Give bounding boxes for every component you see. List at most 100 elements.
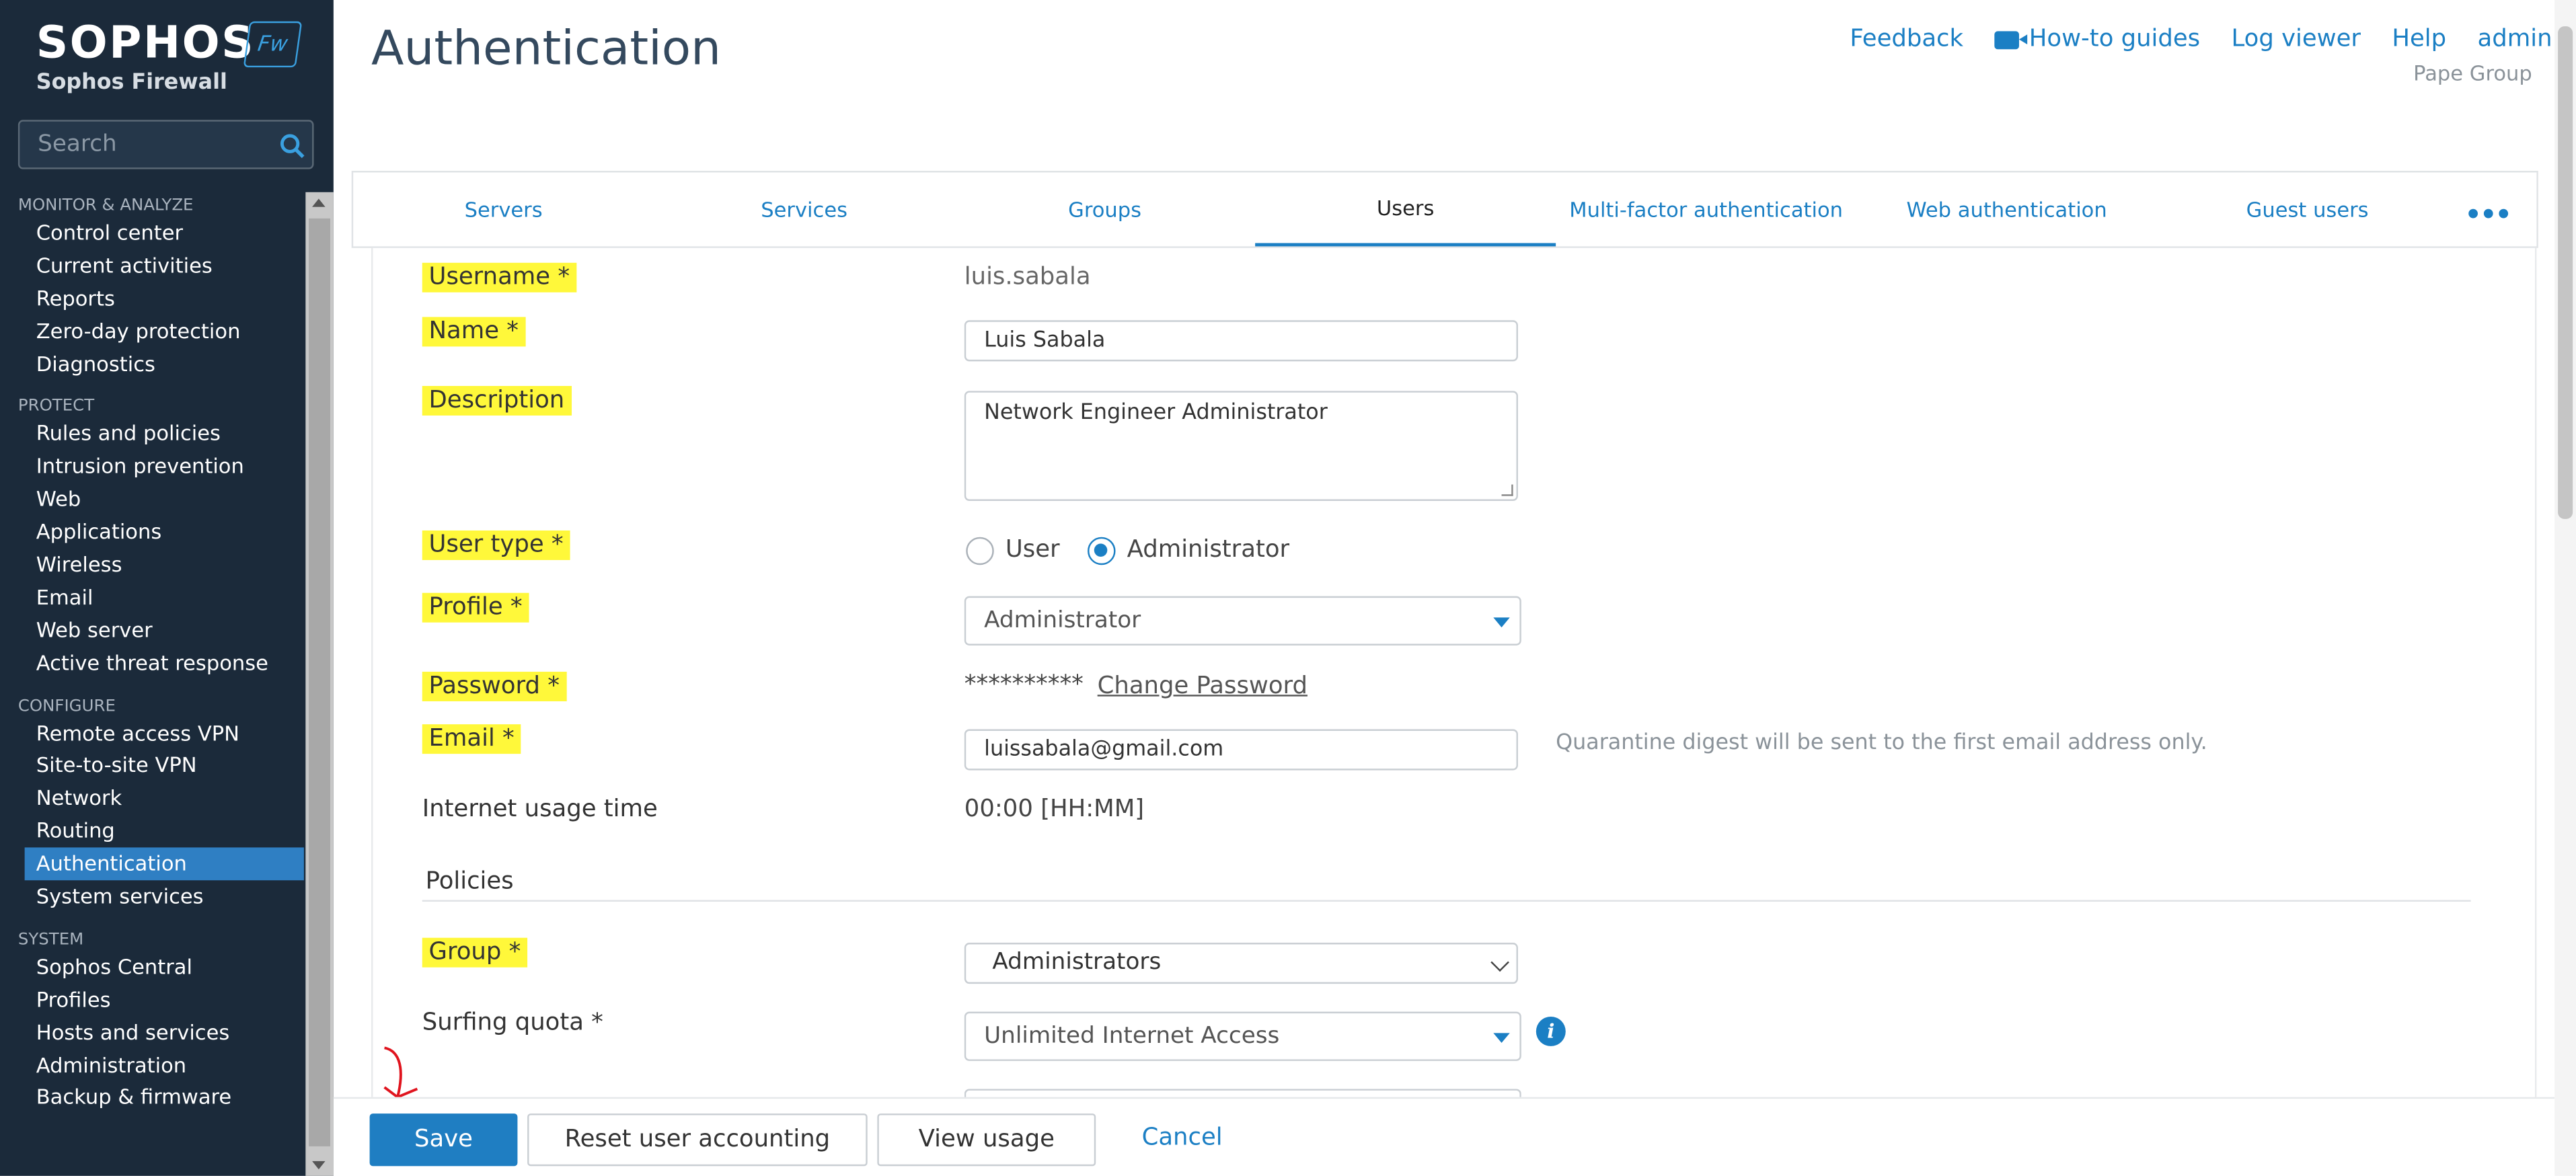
howto-link[interactable]: How-to guides bbox=[1994, 26, 2200, 52]
group-select[interactable]: Administrators bbox=[964, 943, 1518, 984]
tab-guest-users[interactable]: Guest users bbox=[2157, 172, 2458, 246]
search-input[interactable] bbox=[20, 121, 313, 168]
tab-users[interactable]: Users bbox=[1255, 172, 1556, 247]
sidebar-item-system-services[interactable]: System services bbox=[0, 880, 305, 913]
caret-down-icon bbox=[1493, 1033, 1510, 1044]
sidebar-item-control-center[interactable]: Control center bbox=[0, 217, 305, 249]
caret-down-icon bbox=[1493, 617, 1510, 628]
radio-administrator-label: Administrator bbox=[1127, 537, 1290, 563]
email-field[interactable]: luissabala@gmail.com bbox=[964, 729, 1518, 771]
description-value: Network Engineer Administrator bbox=[984, 400, 1328, 426]
sidebar-item-applications[interactable]: Applications bbox=[0, 516, 305, 549]
brand: SOPHOS Sophos Firewall bbox=[36, 19, 255, 95]
group-value: Administrators bbox=[992, 949, 1162, 976]
email-label-text: Email * bbox=[422, 724, 521, 754]
tab-groups[interactable]: Groups bbox=[954, 172, 1255, 246]
name-field[interactable]: Luis Sabala bbox=[964, 320, 1518, 362]
nav-section-title: CONFIGURE bbox=[17, 697, 116, 715]
tab-servers[interactable]: Servers bbox=[353, 172, 654, 246]
sidebar-item-administration[interactable]: Administration bbox=[0, 1049, 305, 1082]
sidebar-item-hosts-and-services[interactable]: Hosts and services bbox=[0, 1016, 305, 1049]
resize-grip-icon[interactable] bbox=[1501, 484, 1513, 496]
sidebar-item-zero-day-protection[interactable]: Zero-day protection bbox=[0, 315, 305, 348]
scroll-up-icon[interactable] bbox=[312, 198, 326, 207]
sidebar-item-network[interactable]: Network bbox=[0, 783, 305, 816]
info-icon[interactable]: i bbox=[1536, 1016, 1566, 1046]
description-label: Description bbox=[422, 386, 572, 416]
section-divider bbox=[422, 900, 2471, 902]
sidebar-item-diagnostics[interactable]: Diagnostics bbox=[0, 348, 305, 381]
top-links: Feedback How-to guides Log viewer Help a… bbox=[1850, 26, 2576, 52]
sidebar-item-site-to-site-vpn[interactable]: Site-to-site VPN bbox=[0, 750, 305, 783]
view-usage-button[interactable]: View usage bbox=[877, 1113, 1096, 1167]
profile-label: Profile * bbox=[422, 592, 529, 623]
nav-section-title: PROTECT bbox=[17, 398, 95, 417]
quota-label: Surfing quota * bbox=[422, 1010, 603, 1037]
sidebar-item-rules-and-policies[interactable]: Rules and policies bbox=[0, 418, 305, 451]
profile-value: Administrator bbox=[984, 607, 1141, 634]
chevron-down-icon bbox=[1490, 953, 1509, 972]
nav-section-title: SYSTEM bbox=[17, 931, 84, 949]
brand-product: Sophos Firewall bbox=[36, 71, 227, 95]
sidebar-item-current-activities[interactable]: Current activities bbox=[0, 249, 305, 282]
tab-services[interactable]: Services bbox=[654, 172, 954, 246]
page-title: Authentication bbox=[371, 19, 722, 76]
red-arrow-annotation-icon bbox=[383, 1046, 418, 1099]
sidebar-item-routing[interactable]: Routing bbox=[0, 815, 305, 848]
description-field[interactable]: Network Engineer Administrator bbox=[964, 391, 1518, 501]
sidebar-item-backup-firmware[interactable]: Backup & firmware bbox=[0, 1081, 305, 1114]
radio-user[interactable] bbox=[966, 537, 994, 565]
form-footer: Save Reset user accounting View usage Ca… bbox=[333, 1097, 2555, 1176]
quota-select[interactable]: Unlimited Internet Access bbox=[964, 1011, 1521, 1061]
change-password-link[interactable]: Change Password bbox=[1098, 673, 1308, 699]
firewall-badge-icon: Fw bbox=[243, 21, 303, 68]
username-label-text: Username * bbox=[422, 262, 576, 292]
scroll-thumb[interactable] bbox=[309, 218, 330, 1146]
profile-select[interactable]: Administrator bbox=[964, 596, 1521, 645]
feedback-link[interactable]: Feedback bbox=[1850, 26, 1963, 52]
name-label-text: Name * bbox=[422, 317, 525, 347]
usertype-label-text: User type * bbox=[422, 530, 570, 560]
help-link[interactable]: Help bbox=[2392, 26, 2446, 52]
sidebar-item-profiles[interactable]: Profiles bbox=[0, 984, 305, 1017]
usage-label: Internet usage time bbox=[422, 796, 658, 823]
search-icon[interactable] bbox=[279, 133, 305, 159]
tab-bar: Servers Services Groups Users Multi-factor a… bbox=[351, 171, 2538, 248]
group-label-text: Group * bbox=[422, 937, 528, 968]
brand-logo: SOPHOS bbox=[36, 17, 256, 69]
password-label-text: Password * bbox=[422, 672, 566, 701]
tab-web-authentication[interactable]: Web authentication bbox=[1856, 172, 2157, 246]
save-button[interactable]: Save bbox=[369, 1113, 518, 1167]
tab-multi-factor-authentication[interactable]: Multi-factor authentication bbox=[1556, 172, 1856, 246]
name-label: Name * bbox=[422, 317, 533, 347]
radio-administrator[interactable] bbox=[1088, 537, 1116, 565]
reset-accounting-button[interactable]: Reset user accounting bbox=[527, 1113, 868, 1167]
sidebar-item-reports[interactable]: Reports bbox=[0, 282, 305, 315]
scroll-down-icon[interactable] bbox=[312, 1161, 326, 1170]
sidebar-item-active-threat-response[interactable]: Active threat response bbox=[0, 647, 305, 680]
usertype-label: User type * bbox=[422, 530, 570, 560]
sidebar-item-intrusion-prevention[interactable]: Intrusion prevention bbox=[0, 450, 305, 483]
page-scrollbar[interactable] bbox=[2554, 0, 2576, 1176]
sidebar-item-remote-access-vpn[interactable]: Remote access VPN bbox=[0, 717, 305, 750]
video-camera-icon bbox=[1994, 30, 2028, 49]
logviewer-link[interactable]: Log viewer bbox=[2232, 26, 2361, 52]
group-label: Group * bbox=[422, 937, 528, 968]
sidebar-item-email[interactable]: Email bbox=[0, 581, 305, 614]
sidebar-item-sophos-central[interactable]: Sophos Central bbox=[0, 951, 305, 984]
password-mask: ********** bbox=[964, 672, 1084, 699]
nav-section-title: MONITOR & ANALYZE bbox=[17, 197, 194, 215]
description-label-text: Description bbox=[422, 386, 572, 416]
sidebar-item-web[interactable]: Web bbox=[0, 483, 305, 516]
sidebar-item-authentication[interactable]: Authentication bbox=[24, 847, 304, 881]
cancel-button[interactable]: Cancel bbox=[1142, 1125, 1223, 1151]
page-scroll-thumb[interactable] bbox=[2558, 26, 2573, 519]
howto-label: How-to guides bbox=[2029, 26, 2201, 53]
sidebar-item-wireless[interactable]: Wireless bbox=[0, 549, 305, 582]
more-tabs-icon[interactable]: ••• bbox=[2465, 199, 2512, 230]
sidebar-item-web-server[interactable]: Web server bbox=[0, 614, 305, 647]
sidebar: SOPHOS Sophos Firewall Fw MONITOR & ANAL… bbox=[0, 0, 334, 1176]
radio-user-label: User bbox=[1005, 537, 1060, 563]
sidebar-scrollbar[interactable] bbox=[305, 192, 334, 1176]
username-value: luis.sabala bbox=[964, 264, 1091, 291]
